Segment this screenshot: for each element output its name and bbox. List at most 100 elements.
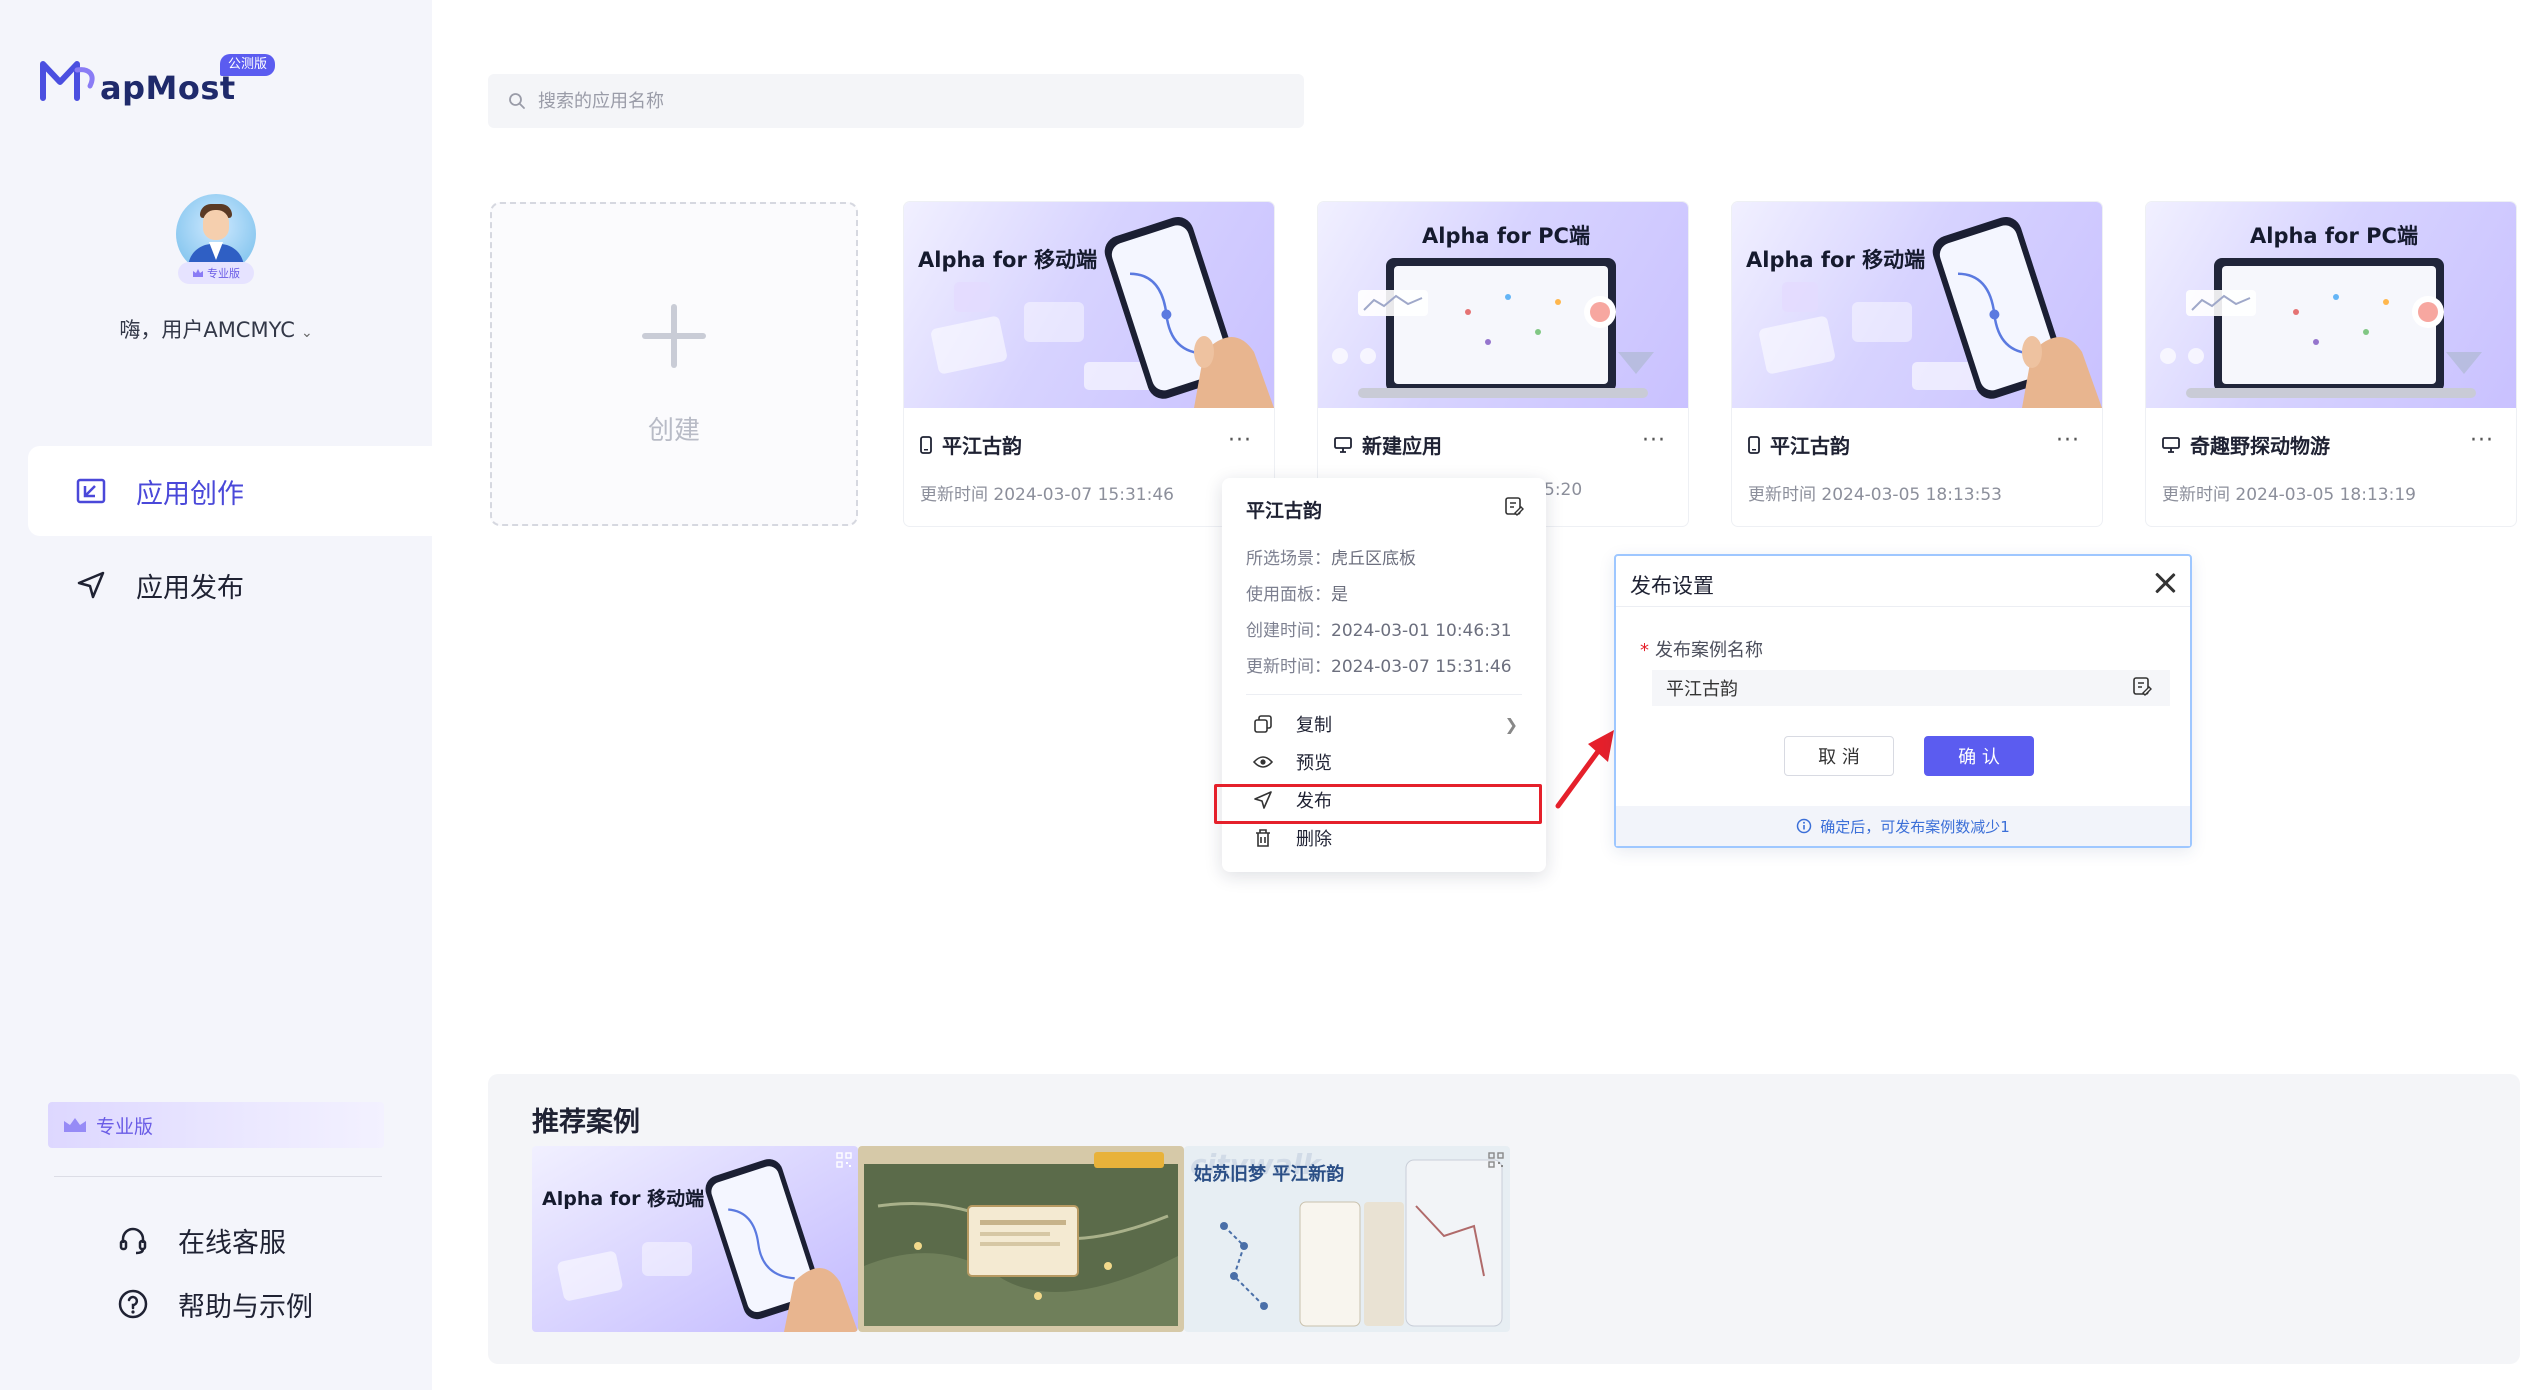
nav-item-app-publish[interactable]: 应用发布: [28, 540, 432, 630]
app-name-text: 新建应用: [1362, 434, 1442, 458]
close-icon[interactable]: [2152, 570, 2178, 596]
qr-code-icon[interactable]: [1488, 1152, 1504, 1168]
update-time: 更新时间 2024-03-05 18:13:19: [2162, 485, 2416, 505]
chevron-down-icon: ⌄: [300, 325, 313, 341]
send-icon: [74, 568, 108, 602]
plus-icon: [642, 304, 706, 368]
trash-icon: [1252, 829, 1274, 847]
thumbnail-title: Alpha for 移动端: [1746, 248, 1926, 272]
chevron-right-icon: ❯: [1504, 714, 1518, 734]
menu-item-delete[interactable]: 删除: [1252, 822, 1518, 854]
context-menu-title: 平江古韵: [1246, 500, 1323, 522]
recommended-card-title: Alpha for 移动端: [542, 1188, 705, 1210]
more-icon[interactable]: ···: [2470, 428, 2494, 453]
info-scene: 所选场景：虎丘区底板: [1246, 549, 1416, 569]
user-greeting: 嗨，用户AMCMYC: [119, 318, 295, 342]
search-bar: [488, 74, 1304, 128]
create-app-card[interactable]: 创建: [490, 202, 858, 526]
info-created: 创建时间：2024-03-01 10:46:31: [1246, 621, 1512, 641]
qr-code-icon[interactable]: [836, 1152, 852, 1168]
info-panel: 使用面板：是: [1246, 585, 1348, 605]
app-name: 平江古韵: [1748, 430, 1850, 459]
app-card[interactable]: Alpha for PC端 奇趣野探动物游 ··· 更新时间 2024-03-0…: [2146, 202, 2516, 526]
help-examples-label: 帮助与示例: [178, 1291, 313, 1323]
brand-logo[interactable]: apMost: [40, 58, 236, 104]
thumbnail-title: Alpha for PC端: [2250, 224, 2418, 248]
pro-plan-banner[interactable]: 专业版: [48, 1102, 384, 1148]
app-card[interactable]: Alpha for 移动端 平江古韵 ··· 更新时间 2024-03-05 1…: [1732, 202, 2102, 526]
app-name: 奇趣野探动物游: [2162, 430, 2330, 459]
app-name-text: 奇趣野探动物游: [2190, 434, 2330, 458]
menu-item-label: 预览: [1296, 753, 1332, 774]
recommended-card-title: 姑苏旧梦 平江新韵: [1194, 1164, 1345, 1185]
dialog-title: 发布设置: [1630, 574, 1714, 598]
field-label: * 发布案例名称: [1640, 640, 1763, 661]
update-time: 更新时间 2024-03-05 18:13:53: [1748, 485, 2002, 505]
sidebar: apMost 公测版 专业版 嗨，用户AMCMYC ⌄ 应用创作 应用发布 专业版: [0, 0, 432, 1390]
more-icon[interactable]: ···: [1642, 428, 1666, 453]
brand-logo-text: apMost: [100, 69, 236, 107]
menu-item-label: 删除: [1296, 829, 1332, 850]
app-thumbnail: Alpha for PC端: [2146, 202, 2516, 408]
help-examples-link[interactable]: 帮助与示例: [116, 1284, 313, 1324]
info-updated: 更新时间：2024-03-07 15:31:46: [1246, 657, 1512, 677]
required-mark: *: [1640, 640, 1649, 661]
edit-icon[interactable]: [2132, 676, 2152, 700]
crown-icon: [193, 269, 203, 277]
nav-item-label: 应用发布: [136, 572, 244, 604]
app-thumbnail: Alpha for 移动端: [1732, 202, 2102, 408]
crown-icon: [64, 1118, 86, 1132]
recommended-card[interactable]: [858, 1146, 1184, 1332]
update-time: 更新时间 2024-03-07 15:31:46: [920, 485, 1174, 505]
headset-icon: [116, 1223, 150, 1257]
more-icon[interactable]: ···: [1228, 428, 1252, 453]
online-support-label: 在线客服: [178, 1227, 286, 1259]
publish-settings-dialog: 发布设置 *发布案例名称 取 消 确 认 确定后，可发布案例数减少1: [1614, 554, 2192, 848]
info-icon: [1796, 818, 1812, 834]
beta-badge: 公测版: [220, 54, 276, 76]
edit-icon[interactable]: [1504, 496, 1524, 520]
create-label: 创建: [647, 416, 700, 446]
footer-note-text: 确定后，可发布案例数减少1: [1820, 817, 2010, 836]
recommended-card[interactable]: Alpha for 移动端: [532, 1146, 858, 1332]
desktop-icon: [2162, 436, 2180, 453]
app-card[interactable]: Alpha for 移动端 平江古韵 ··· 更新时间 2024-03-07 1…: [904, 202, 1274, 526]
nav-item-label: 应用创作: [136, 478, 244, 510]
publish-highlight-box: [1214, 784, 1542, 824]
eye-icon: [1252, 755, 1274, 769]
recommended-title: 推荐案例: [532, 1107, 640, 1138]
publish-name-input[interactable]: [1652, 670, 2170, 706]
menu-divider: [1246, 694, 1522, 695]
dialog-footer-note: 确定后，可发布案例数减少1: [1616, 806, 2190, 846]
nav-item-app-create[interactable]: 应用创作: [28, 446, 432, 536]
online-support-link[interactable]: 在线客服: [116, 1220, 286, 1260]
search-icon: [509, 93, 525, 109]
desktop-icon: [1334, 436, 1352, 453]
mobile-icon: [920, 435, 932, 454]
plan-tag: 专业版: [178, 262, 254, 284]
mobile-icon: [1748, 435, 1760, 454]
app-name: 新建应用: [1334, 430, 1442, 459]
app-name: 平江古韵: [920, 430, 1022, 459]
app-thumbnail: Alpha for 移动端: [904, 202, 1274, 408]
recommended-card[interactable]: citywalk 姑苏旧梦 平江新韵: [1184, 1146, 1510, 1332]
more-icon[interactable]: ···: [2056, 428, 2080, 453]
search-input[interactable]: [538, 90, 1238, 112]
menu-item-preview[interactable]: 预览: [1252, 746, 1518, 778]
app-name-text: 平江古韵: [1770, 434, 1850, 458]
user-avatar[interactable]: 专业版: [176, 194, 256, 286]
annotation-arrow-icon: [1555, 730, 1614, 809]
app-name-text: 平江古韵: [942, 434, 1022, 458]
menu-item-label: 复制: [1296, 715, 1332, 736]
user-menu[interactable]: 嗨，用户AMCMYC ⌄: [0, 314, 432, 344]
help-icon: [116, 1287, 150, 1321]
mapmost-logo-icon: [40, 61, 95, 101]
copy-icon: [1252, 715, 1274, 733]
cancel-button[interactable]: 取 消: [1784, 736, 1894, 776]
menu-item-copy[interactable]: 复制 ❯: [1252, 708, 1518, 740]
thumbnail-title: Alpha for 移动端: [918, 248, 1098, 272]
confirm-button[interactable]: 确 认: [1924, 736, 2034, 776]
app-thumbnail: Alpha for PC端: [1318, 202, 1688, 408]
thumbnail-title: Alpha for PC端: [1422, 224, 1590, 248]
recommended-cases: 推荐案例 Alpha for 移动端 citywalk 姑苏旧梦 平江新韵: [488, 1074, 2520, 1364]
